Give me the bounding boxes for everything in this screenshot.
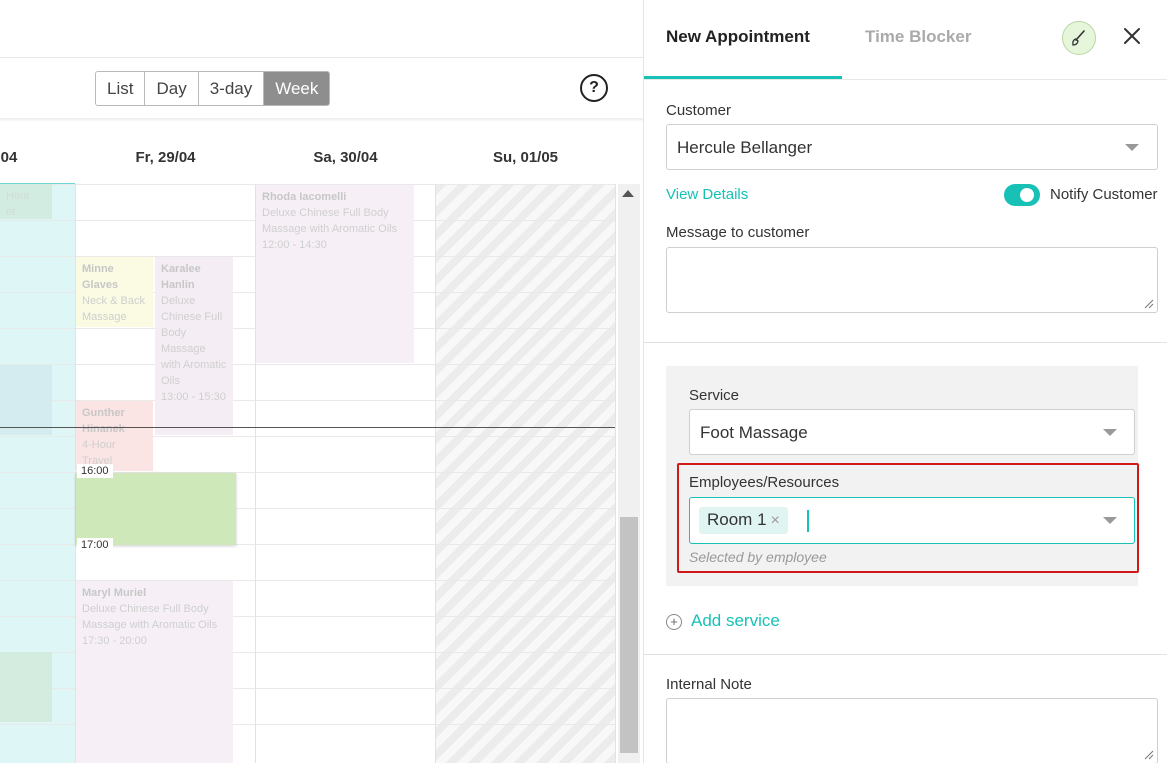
message-label: Message to customer [666,224,810,241]
resize-grip-icon[interactable] [1144,299,1154,309]
view-details-link[interactable]: View Details [666,186,748,203]
remove-tag-icon[interactable]: × [771,512,780,529]
header-shadow [0,118,643,122]
help-button[interactable]: ? [580,74,608,102]
employee-tag: Room 1 × [699,507,788,534]
new-appointment-slot[interactable] [76,473,236,545]
column-divider [435,184,436,763]
day-header-sun: Su, 01/05 [492,149,559,166]
current-time-line [0,427,615,428]
tab-time-blocker[interactable]: Time Blocker [865,27,971,47]
appointment-block[interactable]: Gunther Hinanek 4-Hour Travel [76,401,153,471]
appointment-time: 17:30 - 20:00 [82,635,147,647]
view-week-button[interactable]: Week [264,72,330,105]
employee-tag-label: Room 1 [707,510,767,529]
resize-grip-icon[interactable] [1144,750,1154,760]
appointment-service: Deluxe Chinese Full Body Massage with Ar… [161,295,227,387]
appointment-service: Neck & Back Massage [82,295,145,323]
scroll-up-icon[interactable] [622,190,634,197]
appointment-block[interactable]: Hour et [0,184,52,219]
view-switch: List Day 3-day Week [95,71,331,106]
brush-icon [1072,30,1085,46]
column-divider [615,184,616,763]
appointment-time: 12:00 - 14:30 [262,239,327,251]
internal-note-textarea[interactable] [666,698,1158,763]
appointment-customer: Karalee Hanlin [161,263,201,291]
appointment-customer: Gunther Hinanek [82,407,125,435]
plus-circle-icon[interactable]: + [666,614,682,630]
service-label: Service [689,387,740,404]
appointment-text: et [6,206,16,218]
appointment-block[interactable]: Minne Glaves Neck & Back Massage [76,257,153,327]
toggle-knob [1020,188,1034,202]
message-textarea[interactable] [666,247,1158,313]
appointment-block[interactable]: Rhoda Iacomelli Deluxe Chinese Full Body… [256,185,414,363]
half-hour-line [0,364,615,365]
view-list-button[interactable]: List [96,72,146,105]
appointment-block[interactable] [0,365,52,435]
close-button[interactable] [1120,24,1144,48]
appointment-customer: Maryl Muriel [82,587,147,599]
divider [644,342,1167,343]
close-icon [1124,28,1140,44]
internal-note-label: Internal Note [666,676,752,693]
text-cursor [807,510,809,532]
appointment-time: 13:00 - 15:30 [161,391,226,403]
brush-button[interactable] [1062,21,1096,55]
day-header-sat: Sa, 30/04 [313,149,378,166]
employees-label: Employees/Resources [689,474,840,491]
appointment-block[interactable] [0,652,52,722]
scrollbar-thumb[interactable] [620,517,638,753]
chevron-down-icon [1103,517,1117,524]
appointment-text: Hour [6,190,30,202]
chevron-down-icon [1125,144,1139,151]
appointment-service: Deluxe Chinese Full Body Massage with Ar… [82,603,218,631]
tab-new-appointment[interactable]: New Appointment [666,27,810,47]
view-3day-button[interactable]: 3-day [198,72,265,105]
slot-start-time: 16:00 [77,464,113,478]
chevron-down-icon [1103,429,1117,436]
day-header-fri: Fr, 29/04 [135,149,196,166]
customer-label: Customer [666,102,732,119]
day-header-thu: 04 [0,149,18,166]
appointment-block[interactable]: Karalee Hanlin Deluxe Chinese Full Body … [155,257,233,435]
appointment-block[interactable]: Maryl Muriel Deluxe Chinese Full Body Ma… [76,581,233,763]
slot-end-time: 17:00 [77,538,113,552]
calendar-panel: List Day 3-day Week ? 04 Fr, 29/04 Sa, 3… [0,0,643,763]
appointment-customer: Minne Glaves [82,263,119,291]
appointment-customer: Rhoda Iacomelli [262,191,347,203]
customer-select[interactable]: Hercule Bellanger [666,124,1158,170]
notify-label: Notify Customer [1050,186,1158,203]
appointment-service: Deluxe Chinese Full Body Massage with Ar… [262,207,398,235]
customer-value: Hercule Bellanger [677,138,813,157]
active-tab-indicator [644,76,842,79]
view-day-button[interactable]: Day [145,72,199,105]
divider [644,79,1167,80]
employees-select[interactable]: Room 1 × [689,497,1135,544]
divider [644,654,1167,655]
appointment-panel: New Appointment Time Blocker Customer He… [643,0,1167,763]
employees-hint: Selected by employee [689,549,827,565]
add-service-link[interactable]: Add service [691,611,780,631]
divider [0,57,643,58]
service-value: Foot Massage [700,423,808,442]
service-select[interactable]: Foot Massage [689,409,1135,455]
